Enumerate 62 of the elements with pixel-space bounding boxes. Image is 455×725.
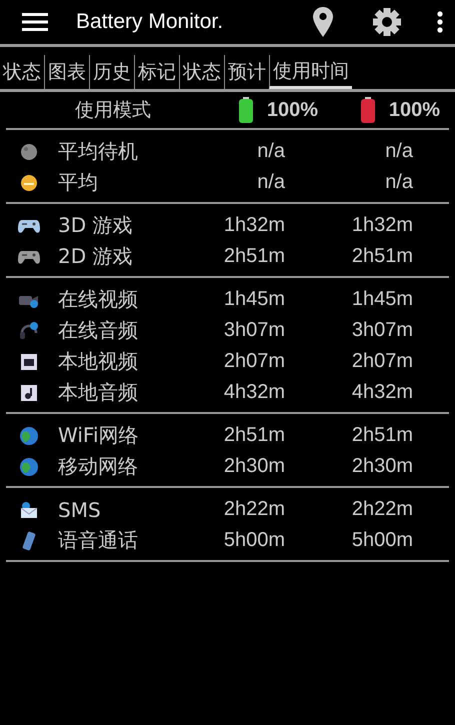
usage-time: 1h32m: [222, 214, 285, 237]
usage-time: 2h51m: [350, 424, 413, 447]
column-header: 使用模式: [74, 98, 152, 123]
usage-time: 2h51m: [222, 424, 285, 447]
headphones-icon: [19, 320, 39, 340]
usage-time: 1h32m: [350, 214, 413, 237]
usage-mode-name: 平均: [58, 169, 99, 196]
usage-mode-name: 2D 游戏: [58, 243, 134, 270]
tab[interactable]: 历史: [89, 55, 134, 89]
usage-time: n/a: [384, 140, 413, 163]
tab[interactable]: 使用时间: [269, 55, 352, 89]
video-file-icon: [20, 352, 38, 370]
usage-mode-name: 语音通话: [58, 527, 139, 554]
tab[interactable]: 图表: [44, 55, 89, 89]
overflow-menu-icon[interactable]: [437, 11, 443, 33]
usage-time: 3h07m: [222, 319, 285, 342]
usage-mode-name: SMS: [58, 498, 102, 522]
battery-level: 100%: [388, 98, 440, 122]
globe-icon: [19, 426, 39, 446]
battery-level: 100%: [266, 98, 318, 122]
menu-icon[interactable]: [22, 13, 48, 31]
usage-time: 5h00m: [350, 529, 413, 552]
usage-time: 2h30m: [222, 455, 285, 478]
gamepad-icon: [18, 248, 40, 264]
usage-time: 1h45m: [350, 288, 413, 311]
envelope-icon: [19, 500, 39, 518]
usage-mode-name: 3D 游戏: [58, 212, 134, 239]
tab[interactable]: 标记: [134, 55, 179, 89]
usage-time: n/a: [256, 140, 285, 163]
usage-time: 4h32m: [350, 381, 413, 404]
usage-time: 2h51m: [222, 245, 285, 268]
usage-time: n/a: [256, 171, 285, 194]
usage-time: 3h07m: [350, 319, 413, 342]
usage-mode-name: 平均待机: [58, 138, 139, 165]
settings-icon[interactable]: [373, 8, 401, 36]
usage-time: 2h30m: [350, 455, 413, 478]
usage-mode-name: WiFi网络: [58, 422, 140, 449]
tab[interactable]: 状态: [0, 55, 44, 89]
usage-mode-name: 本地视频: [58, 348, 139, 375]
usage-time: 2h22m: [350, 498, 413, 521]
usage-time: 1h45m: [222, 288, 285, 311]
usage-mode-name: 移动网络: [58, 453, 139, 480]
usage-mode-name: 本地音频: [58, 379, 139, 406]
app-title: Battery Monitor.: [76, 10, 224, 34]
usage-time: 5h00m: [222, 529, 285, 552]
usage-time: 2h07m: [222, 350, 285, 373]
moon-icon: [20, 142, 38, 160]
usage-mode-name: 在线音频: [58, 317, 139, 344]
usage-time: 2h51m: [350, 245, 413, 268]
tab[interactable]: 状态: [179, 55, 224, 89]
mobile-phone-icon: [22, 530, 36, 550]
tab[interactable]: 预计: [224, 55, 269, 89]
sun-icon: [20, 174, 38, 192]
usage-time: n/a: [384, 171, 413, 194]
globe-icon: [19, 456, 39, 476]
map-pin-icon[interactable]: [313, 7, 333, 37]
usage-time: 4h32m: [222, 381, 285, 404]
gamepad-icon: [18, 218, 40, 234]
usage-time: 2h22m: [222, 498, 285, 521]
usage-time: 2h07m: [350, 350, 413, 373]
usage-mode-name: 在线视频: [58, 286, 139, 313]
audio-file-icon: [20, 384, 38, 402]
